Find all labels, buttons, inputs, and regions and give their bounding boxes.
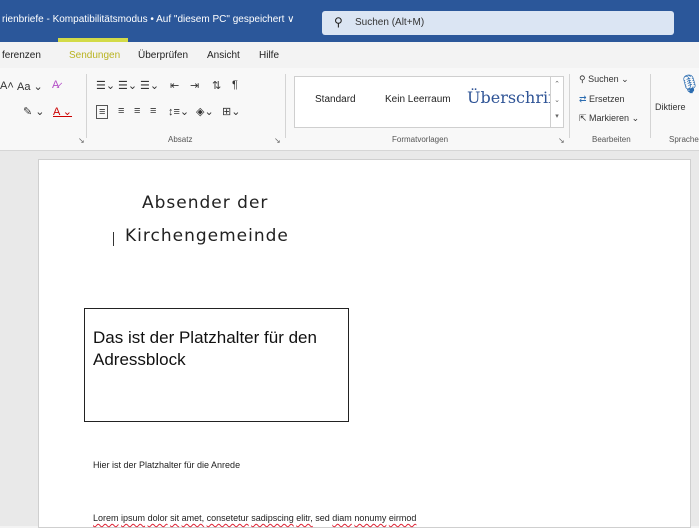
paragraph-dialog-launcher-icon[interactable]: ↘ [274, 136, 281, 145]
lorem-word: dolor [147, 513, 168, 523]
lorem-word: sed [315, 513, 330, 523]
title-bar: rienbriefe - Kompatibilitätsmodus • Auf … [0, 0, 699, 42]
ribbon: A˄ Aa ⌄ A̷ ✎ ⌄ A ⌄ ↘ ☰⌄ ☰⌄ ☰⌄ ⇤ ⇥ ⇅ ¶ ≡ … [0, 68, 699, 151]
justify-icon[interactable]: ≡ [150, 105, 156, 117]
dictate-button[interactable]: Diktiere [655, 102, 686, 112]
replace-button[interactable]: ⇄ Ersetzen [579, 94, 625, 105]
styles-gallery: Standard Kein Leerraum Überschrif [294, 76, 554, 128]
select-label: Markieren [589, 113, 630, 123]
lorem-paragraph: Lorem ipsum dolor sit amet, consetetur s… [93, 513, 416, 523]
replace-icon: ⇄ [579, 94, 590, 104]
search-box[interactable]: ⚲ Suchen (Alt+M) [322, 11, 674, 35]
lorem-word: elitr, [296, 513, 313, 523]
bullets-icon[interactable]: ☰⌄ [96, 79, 115, 92]
separator [569, 74, 570, 138]
sender-line-2: Kirchengemeinde [125, 226, 289, 246]
sender-line-1: Absender der [142, 193, 269, 213]
text-cursor [113, 232, 114, 246]
lorem-word: amet, [181, 513, 205, 523]
group-label-styles: Formatvorlagen [392, 135, 449, 144]
align-right-icon[interactable]: ≡ [134, 105, 140, 117]
sort-icon[interactable]: ⇅ [212, 79, 221, 92]
ribbon-tabs: ferenzen Sendungen Überprüfen Ansicht Hi… [0, 42, 699, 68]
tab-sendungen[interactable]: Sendungen [69, 50, 120, 61]
lorem-word: diam [332, 513, 352, 523]
multilevel-list-icon[interactable]: ☰⌄ [140, 79, 159, 92]
address-placeholder: Das ist der Platzhalter für den Adressbl… [93, 328, 317, 369]
tab-hilfe[interactable]: Hilfe [259, 50, 279, 61]
search-icon: ⚲ [579, 74, 589, 84]
lorem-word: ipsum [121, 513, 146, 523]
address-block-frame[interactable]: Das ist der Platzhalter für den Adressbl… [84, 308, 349, 422]
separator [650, 74, 651, 138]
group-label-paragraph: Absatz [168, 135, 193, 144]
find-button[interactable]: ⚲ Suchen ⌄ [579, 74, 629, 85]
document-title[interactable]: rienbriefe - Kompatibilitätsmodus • Auf … [2, 14, 295, 25]
microphone-icon[interactable]: 🎙 [678, 74, 699, 95]
lorem-word: consetetur [206, 513, 249, 523]
increase-indent-icon[interactable]: ⇥ [190, 79, 199, 92]
gallery-scroll-arrows[interactable]: ⌃ ⌄ ▾ [550, 76, 564, 128]
align-center-icon[interactable]: ≡ [118, 105, 124, 117]
clear-formatting-icon[interactable]: A̷ [52, 79, 59, 91]
lorem-word: eirmod [388, 513, 417, 523]
replace-label: Ersetzen [589, 94, 625, 104]
style-kein-leerraum[interactable]: Kein Leerraum [385, 94, 451, 105]
lorem-word: Lorem [93, 513, 119, 523]
style-ueberschrift[interactable]: Überschrif [467, 88, 554, 107]
lorem-word: nonumy [354, 513, 387, 523]
search-placeholder: Suchen (Alt+M) [355, 17, 425, 28]
lorem-word: sit [170, 513, 180, 523]
cursor-arrow-icon: ⇱ [579, 113, 590, 123]
lorem-word: sadipscing [251, 513, 294, 523]
line-spacing-icon[interactable]: ↕≡⌄ [168, 105, 189, 118]
align-left-icon[interactable]: ≡ [96, 105, 109, 119]
select-button[interactable]: ⇱ Markieren ⌄ [579, 113, 639, 124]
highlight-color-icon[interactable]: ✎ ⌄ [23, 105, 45, 118]
grow-font-button[interactable]: A˄ [0, 80, 14, 92]
tab-ansicht[interactable]: Ansicht [207, 50, 240, 61]
separator [285, 74, 286, 138]
change-case-button[interactable]: Aa ⌄ [17, 80, 43, 93]
group-label-editing: Bearbeiten [592, 135, 631, 144]
font-dialog-launcher-icon[interactable]: ↘ [78, 136, 85, 145]
find-label: Suchen [588, 74, 619, 84]
pilcrow-icon[interactable]: ¶ [232, 79, 238, 91]
styles-dialog-launcher-icon[interactable]: ↘ [558, 136, 565, 145]
font-color-icon[interactable]: A ⌄ [53, 105, 72, 118]
group-label-voice: Sprache [669, 135, 699, 144]
decrease-indent-icon[interactable]: ⇤ [170, 79, 179, 92]
separator [86, 74, 87, 138]
tab-ueberpruefen[interactable]: Überprüfen [138, 50, 188, 61]
style-standard[interactable]: Standard [315, 94, 356, 105]
tab-referenzen[interactable]: ferenzen [2, 50, 41, 61]
search-icon: ⚲ [334, 15, 343, 29]
borders-icon[interactable]: ⊞⌄ [222, 105, 240, 118]
shading-icon[interactable]: ◈⌄ [196, 105, 214, 118]
numbering-icon[interactable]: ☰⌄ [118, 79, 137, 92]
salutation-placeholder: Hier ist der Platzhalter für die Anrede [93, 460, 241, 470]
